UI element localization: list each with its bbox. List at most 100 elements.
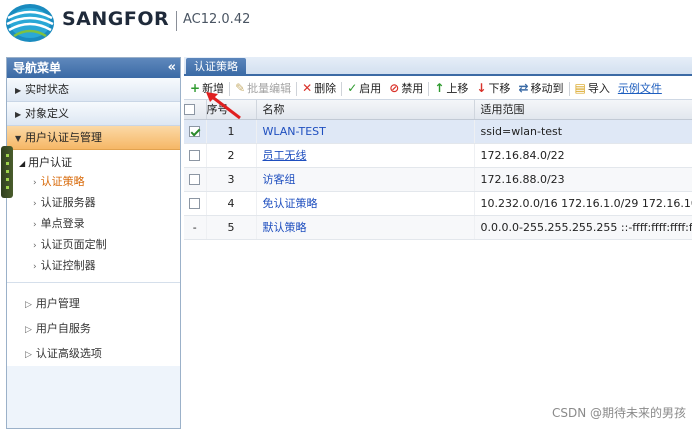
row-checkbox-cell[interactable] [184, 119, 207, 144]
brand-divider [176, 11, 177, 31]
enable-label: 启用 [359, 82, 382, 95]
row-scope: 172.16.84.0/22 [474, 143, 692, 168]
row-index: 5 [206, 215, 257, 240]
batch-edit-label: 批量编辑 [247, 82, 292, 95]
collapse-icon[interactable]: « [168, 58, 176, 78]
row-checkbox[interactable] [189, 198, 201, 209]
sidebar-item-user-self-service[interactable]: ▷ 用户自服务 [7, 316, 180, 341]
disable-label: 禁用 [401, 82, 424, 95]
sidebar-item-realtime-status[interactable]: ▶ 实时状态 [7, 78, 180, 102]
enable-button[interactable]: ✓ 启用 [343, 76, 385, 99]
sidebar-item-label: 单点登录 [40, 217, 85, 230]
row-scope: 10.232.0.0/16 172.16.1.0/29 172.16.10.0/… [474, 191, 692, 216]
policy-name[interactable]: 访客组 [263, 173, 296, 186]
policy-table: 序号 名称 适用范围 1 WLAN-TEST ssid=wlan-test 2 … [184, 100, 692, 240]
chevron-right-icon: › [33, 199, 37, 209]
select-all-header[interactable] [184, 100, 207, 120]
row-checkbox-cell[interactable] [184, 143, 207, 168]
sidebar-title: 导航菜单 [13, 61, 62, 75]
sidebar-item-auth-advanced[interactable]: ▷ 认证高级选项 [7, 341, 180, 366]
check-icon: ✓ [347, 81, 358, 95]
delete-button[interactable]: ✕ 删除 [298, 76, 340, 99]
move-icon: ⇄ [518, 81, 529, 95]
table-row[interactable]: 4 免认证策略 10.232.0.0/16 172.16.1.0/29 172.… [184, 191, 692, 216]
app-header: SANGFOR AC12.0.42 [0, 0, 692, 47]
row-checkbox[interactable] [189, 174, 201, 185]
row-name[interactable]: 免认证策略 [256, 191, 475, 216]
sidebar-header: 导航菜单 « [7, 58, 180, 78]
sidebar-resize-handle[interactable] [1, 146, 13, 198]
policy-name[interactable]: 免认证策略 [263, 197, 318, 210]
watermark: CSDN @期待未来的男孩 [551, 406, 686, 420]
column-header-name[interactable]: 名称 [256, 100, 475, 120]
triangle-right-icon: ▶ [15, 86, 22, 95]
toolbar: + 新增 ✎ 批量编辑 ✕ 删除 ✓ 启用 ⊘ 禁用 ↑ 上移 ↓ 下移 ⇄ 移动到 ▤ 导入 示例文件 [184, 76, 692, 100]
plus-icon: + [190, 81, 201, 95]
sidebar-item-object-definition[interactable]: ▶ 对象定义 [7, 102, 180, 126]
toolbar-divider [296, 82, 298, 96]
add-button[interactable]: + 新增 [186, 76, 228, 99]
row-dash-cell: - [184, 215, 207, 240]
row-name[interactable]: WLAN-TEST [256, 119, 475, 144]
row-checkbox[interactable] [189, 150, 201, 161]
row-scope: 172.16.88.0/23 [474, 167, 692, 192]
sidebar-item-label: 认证高级选项 [35, 347, 102, 360]
move-down-button[interactable]: ↓ 下移 [472, 76, 514, 99]
import-label: 导入 [587, 82, 610, 95]
sidebar-item-label: 认证页面定制 [40, 238, 107, 251]
sangfor-logo-icon [6, 4, 54, 42]
table-row[interactable]: 2 员工无线 172.16.84.0/22 [184, 143, 692, 168]
policy-name-link[interactable]: 员工无线 [263, 149, 307, 162]
import-button[interactable]: ▤ 导入 [571, 76, 614, 99]
batch-edit-button[interactable]: ✎ 批量编辑 [231, 76, 295, 99]
chevron-right-icon: › [33, 241, 37, 251]
table-row[interactable]: 1 WLAN-TEST ssid=wlan-test [184, 119, 692, 144]
disable-button[interactable]: ⊘ 禁用 [385, 76, 427, 99]
delete-label: 删除 [314, 82, 337, 95]
nav-sidebar: 导航菜单 « ▶ 实时状态 ▶ 对象定义 ▼ 用户认证与管理 ◢ 用户认证 › 认证策略 … [1, 57, 181, 429]
sidebar-item-auth-server[interactable]: › 认证服务器 [7, 192, 180, 213]
forbidden-icon: ⊘ [389, 81, 400, 95]
example-file-link[interactable]: 示例文件 [614, 77, 666, 99]
toolbar-divider [229, 82, 231, 96]
row-name[interactable]: 访客组 [256, 167, 475, 192]
triangle-right-outline-icon: ▷ [25, 325, 32, 335]
row-name[interactable]: 员工无线 [256, 143, 475, 168]
sidebar-item-label: 用户认证与管理 [25, 131, 102, 144]
triangle-down-icon: ◢ [19, 159, 26, 168]
row-index: 4 [206, 191, 257, 216]
sidebar-item-sso[interactable]: › 单点登录 [7, 213, 180, 234]
tab-auth-policy[interactable]: 认证策略 [186, 58, 246, 76]
sidebar-item-auth-policy[interactable]: › 认证策略 [7, 171, 180, 192]
move-up-button[interactable]: ↑ 上移 [430, 76, 472, 99]
row-name[interactable]: 默认策略 [256, 215, 475, 240]
table-row[interactable]: - 5 默认策略 0.0.0.0-255.255.255.255 ::-ffff… [184, 215, 692, 240]
sidebar-item-label: 认证控制器 [40, 259, 96, 272]
sidebar-item-auth-page-custom[interactable]: › 认证页面定制 [7, 234, 180, 255]
version-label: AC12.0.42 [183, 12, 251, 27]
triangle-right-outline-icon: ▷ [25, 350, 32, 360]
sidebar-item-label: 用户自服务 [35, 322, 91, 335]
row-index: 3 [206, 167, 257, 192]
column-header-scope[interactable]: 适用范围 [474, 100, 692, 120]
sidebar-item-user-management[interactable]: ▷ 用户管理 [7, 291, 180, 316]
move-to-button[interactable]: ⇄ 移动到 [514, 76, 567, 99]
sidebar-item-label: 对象定义 [25, 107, 69, 120]
policy-name[interactable]: WLAN-TEST [263, 125, 326, 138]
arrow-down-icon: ↓ [476, 81, 487, 95]
policy-name[interactable]: 默认策略 [263, 221, 307, 234]
sidebar-item-label: 实时状态 [25, 83, 69, 96]
row-checkbox[interactable] [189, 126, 201, 137]
submenu-title-user-auth[interactable]: ◢ 用户认证 [7, 154, 180, 171]
main-content: 认证策略 + 新增 ✎ 批量编辑 ✕ 删除 ✓ 启用 ⊘ 禁用 ↑ 上移 ↓ 下移 ⇄ 移动到 ▤ 导入 示例文件 … [184, 57, 692, 429]
chevron-right-icon: › [33, 220, 37, 230]
sidebar-item-auth-controller[interactable]: › 认证控制器 [7, 255, 180, 276]
table-row[interactable]: 3 访客组 172.16.88.0/23 [184, 167, 692, 192]
sidebar-item-user-auth-management[interactable]: ▼ 用户认证与管理 [7, 126, 180, 150]
row-checkbox-cell[interactable] [184, 167, 207, 192]
column-header-index[interactable]: 序号 [206, 100, 257, 120]
arrow-up-icon: ↑ [434, 81, 445, 95]
row-checkbox-cell[interactable] [184, 191, 207, 216]
row-scope: 0.0.0.0-255.255.255.255 ::-ffff:ffff:fff… [474, 215, 692, 240]
select-all-checkbox[interactable] [184, 104, 195, 116]
